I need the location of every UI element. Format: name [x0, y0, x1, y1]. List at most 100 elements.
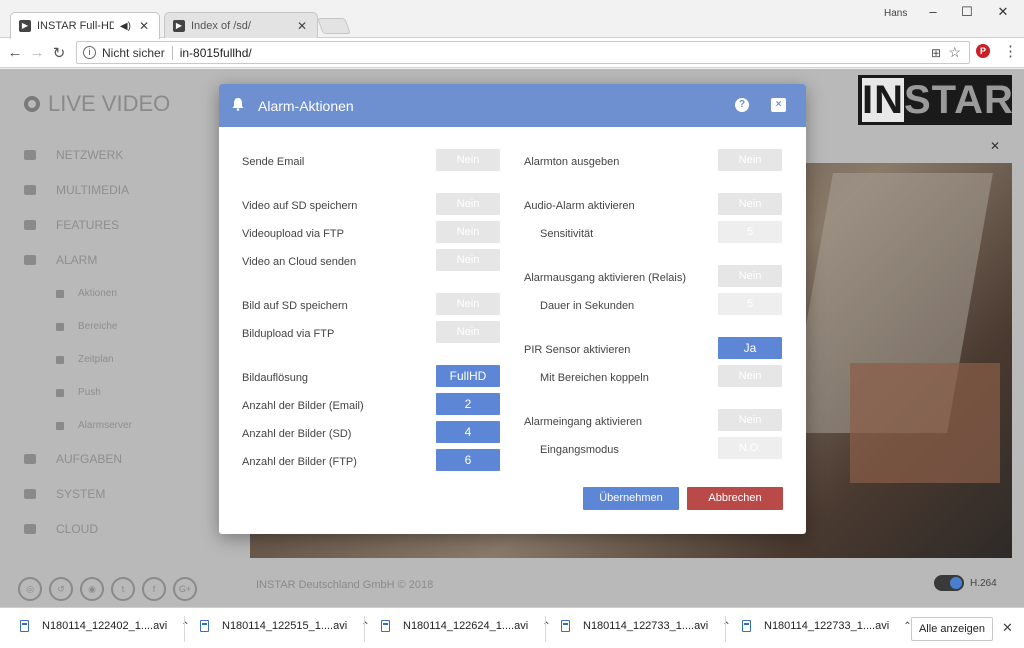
reload-icon[interactable]: ↻ — [50, 44, 68, 62]
share-icon[interactable]: ↺ — [49, 577, 73, 601]
translate-icon[interactable]: ⊞ — [931, 46, 941, 60]
sidebar-subitem-zeitplan[interactable]: Zeitplan — [56, 354, 114, 365]
chevron-up-icon[interactable]: ⌃ — [542, 621, 550, 632]
file-icon — [742, 620, 751, 632]
twitter-icon[interactable]: t — [111, 577, 135, 601]
speaker-icon[interactable]: ◀) — [120, 21, 131, 32]
toggle-video-ftp[interactable]: Nein — [436, 221, 500, 243]
sidebar-item-multimedia[interactable]: MULTIMEDIA — [24, 183, 129, 197]
chevron-up-icon[interactable]: ⌃ — [722, 621, 730, 632]
window-close-icon[interactable]: ✕ — [988, 4, 1018, 22]
tab-index-sd[interactable]: ▶ Index of /sd/ ✕ — [164, 12, 318, 39]
duration-seconds-field[interactable]: 5 — [718, 293, 782, 315]
setting-label: PIR Sensor aktivieren — [524, 344, 631, 356]
facebook-icon[interactable]: f — [142, 577, 166, 601]
setting-label: Bild auf SD speichern — [242, 300, 348, 312]
show-all-downloads-button[interactable]: Alle anzeigen — [911, 617, 993, 641]
setting-label: Sensitivität — [540, 228, 594, 240]
download-item[interactable]: N180114_122515_1....avi ⌃ — [200, 620, 370, 632]
image-count-ftp-select[interactable]: 6 — [436, 449, 500, 471]
bell-icon — [232, 98, 244, 111]
live-video-link[interactable]: LIVE VIDEO — [24, 91, 170, 117]
toggle-image-sd[interactable]: Nein — [436, 293, 500, 315]
toggle-alarm-input[interactable]: Nein — [718, 409, 782, 431]
toggle-send-email[interactable]: Nein — [436, 149, 500, 171]
toggle-switch[interactable] — [934, 575, 964, 591]
toggle-audio-alarm[interactable]: Nein — [718, 193, 782, 215]
security-label: Nicht sicher — [102, 45, 165, 60]
live-video-label: LIVE VIDEO — [48, 91, 171, 116]
image-count-sd-select[interactable]: 4 — [436, 421, 500, 443]
dialog-close-icon[interactable]: × — [771, 98, 786, 112]
download-shelf: N180114_122402_1....avi ⌃ N180114_122515_… — [0, 607, 1024, 648]
sidebar-item-label: AUFGABEN — [56, 452, 123, 466]
download-item[interactable]: N180114_122733_1....avi ⌃ — [561, 620, 731, 632]
toggle-pir-sensor[interactable]: Ja — [718, 337, 782, 359]
file-icon — [381, 620, 390, 632]
toggle-couple-areas[interactable]: Nein — [718, 365, 782, 387]
download-item[interactable]: N180114_122624_1....avi ⌃ — [381, 620, 551, 632]
toggle-video-cloud[interactable]: Nein — [436, 249, 500, 271]
logo-part: IN — [862, 78, 904, 122]
setting-label: Anzahl der Bilder (SD) — [242, 428, 352, 440]
google-plus-icon[interactable]: G+ — [173, 577, 197, 601]
sidebar-item-netzwerk[interactable]: NETZWERK — [24, 148, 123, 162]
grid-icon — [56, 322, 64, 331]
gear-icon — [24, 489, 36, 499]
apply-button[interactable]: Übernehmen — [583, 487, 679, 510]
maximize-icon[interactable]: ☐ — [952, 4, 982, 22]
new-tab-button[interactable] — [317, 18, 351, 34]
toggle-image-ftp[interactable]: Nein — [436, 321, 500, 343]
menu-dots-icon[interactable]: ⋮ — [1003, 42, 1018, 60]
sidebar-item-cloud[interactable]: CLOUD — [24, 522, 98, 536]
calendar-icon — [56, 355, 64, 364]
url-text[interactable]: in-8015fullhd/ — [180, 46, 252, 60]
download-filename: N180114_122733_1....avi — [764, 620, 890, 632]
toggle-alarm-tone[interactable]: Nein — [718, 149, 782, 171]
download-filename: N180114_122515_1....avi — [222, 620, 348, 632]
input-mode-field[interactable]: N.O. — [718, 437, 782, 459]
forward-icon[interactable]: → — [28, 44, 46, 61]
download-item[interactable]: N180114_122402_1....avi ⌃ — [20, 620, 190, 632]
wechat-icon[interactable]: ◉ — [80, 577, 104, 601]
toggle-alarm-output[interactable]: Nein — [718, 265, 782, 287]
sensitivity-field[interactable]: 5 — [718, 221, 782, 243]
download-item[interactable]: N180114_122733_1....avi ⌃ — [742, 620, 912, 632]
tab-close-icon[interactable]: ✕ — [139, 19, 149, 33]
instagram-icon[interactable]: ◎ — [18, 577, 42, 601]
toggle-video-sd[interactable]: Nein — [436, 193, 500, 215]
minimize-icon[interactable]: – — [918, 4, 948, 22]
setting-label: Video an Cloud senden — [242, 256, 357, 268]
download-filename: N180114_122402_1....avi — [42, 620, 168, 632]
chevron-up-icon[interactable]: ⌃ — [361, 621, 369, 632]
cancel-button[interactable]: Abbrechen — [687, 487, 783, 510]
sidebar-subitem-label: Alarmserver — [78, 420, 132, 431]
camera-close-icon[interactable]: ✕ — [990, 139, 1000, 153]
pinterest-icon[interactable]: P — [976, 44, 990, 58]
sidebar-subitem-aktionen[interactable]: Aktionen — [56, 288, 117, 299]
tab-instar-camera[interactable]: ▶ INSTAR Full-HD IP-Ca ◀) ✕ — [10, 12, 160, 39]
info-icon[interactable]: i — [83, 46, 96, 59]
help-icon[interactable]: ? — [735, 98, 749, 112]
sidebar-subitem-label: Push — [78, 387, 101, 398]
sidebar-item-features[interactable]: FEATURES — [24, 218, 119, 232]
close-shelf-icon[interactable]: ✕ — [1002, 620, 1013, 636]
sidebar-item-label: MULTIMEDIA — [56, 183, 130, 197]
sidebar-subitem-label: Aktionen — [78, 288, 117, 299]
sidebar-subitem-bereiche[interactable]: Bereiche — [56, 321, 117, 332]
back-icon[interactable]: ← — [6, 44, 24, 61]
sidebar-item-aufgaben[interactable]: AUFGABEN — [24, 452, 122, 466]
sidebar-subitem-push[interactable]: Push — [56, 387, 101, 398]
chevron-up-icon[interactable]: ⌃ — [181, 621, 189, 632]
sidebar-subitem-alarmserver[interactable]: Alarmserver — [56, 420, 132, 431]
setting-label: Alarmeingang aktivieren — [524, 416, 643, 428]
codec-toggle[interactable]: H.264 — [934, 575, 997, 591]
tab-close-icon[interactable]: ✕ — [297, 19, 307, 33]
profile-name[interactable]: Hans — [884, 8, 907, 19]
address-bar[interactable]: i Nicht sicher in-8015fullhd/ ⊞ ☆ — [76, 41, 970, 64]
image-count-email-select[interactable]: 2 — [436, 393, 500, 415]
image-resolution-select[interactable]: FullHD — [436, 365, 500, 387]
bookmark-star-icon[interactable]: ☆ — [948, 44, 961, 61]
sidebar-item-system[interactable]: SYSTEM — [24, 487, 105, 501]
sidebar-item-alarm[interactable]: ALARM — [24, 253, 97, 267]
